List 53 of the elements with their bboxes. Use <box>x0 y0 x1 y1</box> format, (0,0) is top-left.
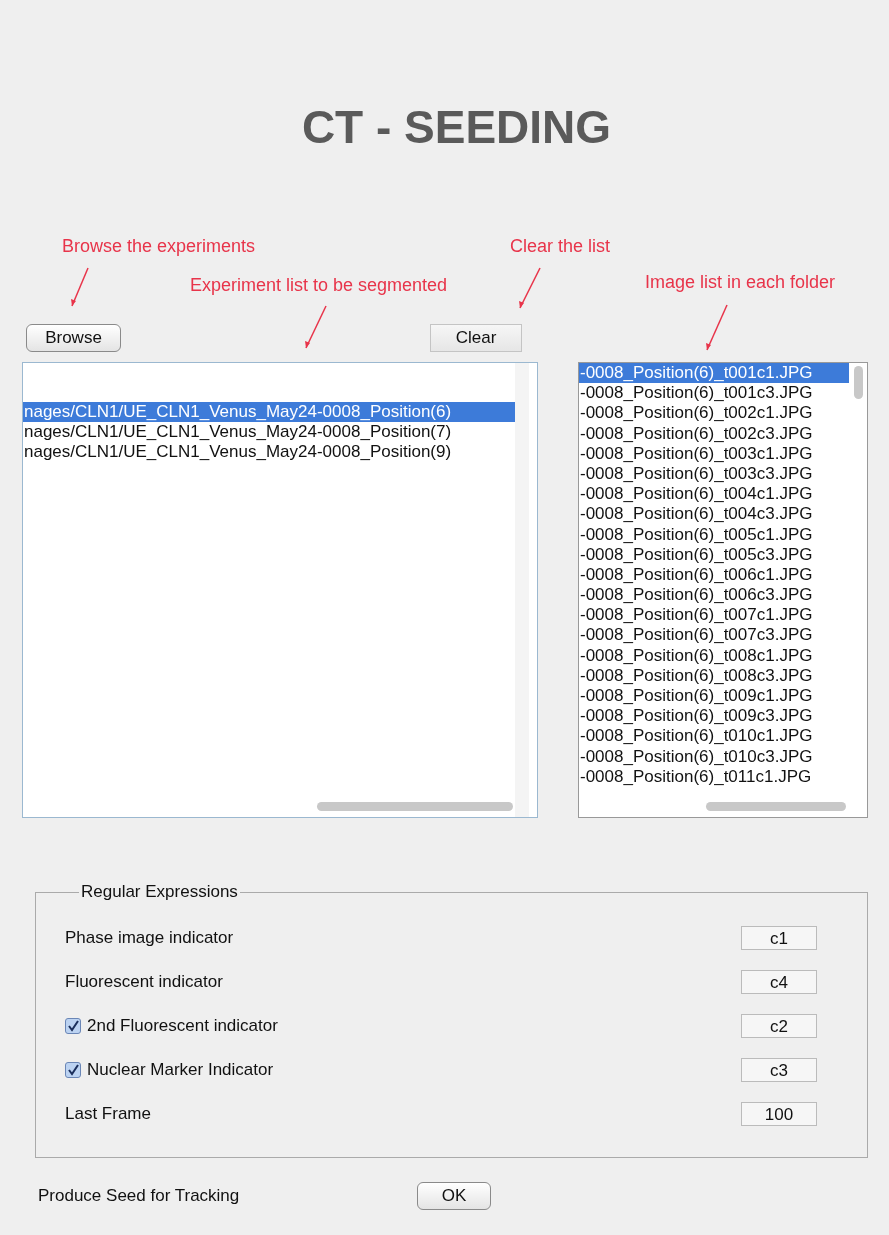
list-item[interactable]: -0008_Position(6)_t001c3.JPG <box>579 383 849 404</box>
list-item[interactable]: -0008_Position(6)_t003c1.JPG <box>579 443 849 464</box>
annotation-arrow <box>71 267 89 307</box>
clear-button[interactable]: Clear <box>430 324 522 352</box>
annotation-arrow <box>706 304 728 351</box>
checkbox-label: Nuclear Marker Indicator <box>87 1060 274 1080</box>
list-item[interactable]: -0008_Position(6)_t010c1.JPG <box>579 726 849 747</box>
input-field[interactable]: c4 <box>741 970 817 994</box>
field-label: Last Frame <box>65 1104 151 1124</box>
list-item[interactable]: -0008_Position(6)_t002c1.JPG <box>579 403 849 424</box>
list-item[interactable]: -0008_Position(6)_t005c3.JPG <box>579 544 849 565</box>
annotation-arrow <box>305 305 327 349</box>
checkbox[interactable] <box>65 1062 81 1078</box>
browse-button[interactable]: Browse <box>26 324 121 352</box>
list-item[interactable]: -0008_Position(6)_t004c3.JPG <box>579 504 849 525</box>
input-field[interactable]: c3 <box>741 1058 817 1082</box>
panel-title: Regular Expressions <box>80 882 239 902</box>
input-field[interactable]: c2 <box>741 1014 817 1038</box>
scrollbar-thumb[interactable] <box>317 802 513 811</box>
annotation-text: Browse the experiments <box>62 235 256 258</box>
field-label: Phase image indicator <box>65 928 234 948</box>
scrollbar-thumb[interactable] <box>854 366 863 399</box>
input-field[interactable]: c1 <box>741 926 817 950</box>
list-item[interactable]: -0008_Position(6)_t009c3.JPG <box>579 706 849 727</box>
list-item[interactable]: nages/CLN1/UE_CLN1_Venus_May24-0008_Position(6) <box>23 402 515 423</box>
input-field[interactable]: 100 <box>741 1102 817 1126</box>
list-item[interactable]: -0008_Position(6)_t004c1.JPG <box>579 484 849 505</box>
list-item[interactable]: nages/CLN1/UE_CLN1_Venus_May24-0008_Position(9) <box>23 442 515 463</box>
list-item[interactable]: -0008_Position(6)_t005c1.JPG <box>579 524 849 545</box>
list-item[interactable]: -0008_Position(6)_t006c1.JPG <box>579 564 849 586</box>
scrollbar-thumb[interactable] <box>706 802 846 811</box>
annotation-text: Clear the list <box>510 235 611 258</box>
list-item[interactable]: -0008_Position(6)_t003c3.JPG <box>579 463 849 485</box>
checkbox-label: 2nd Fluorescent indicator <box>87 1016 278 1036</box>
list-item[interactable]: -0008_Position(6)_t007c3.JPG <box>579 625 849 646</box>
annotation-arrow <box>519 267 541 309</box>
list-item[interactable]: -0008_Position(6)_t002c3.JPG <box>579 423 849 444</box>
list-item[interactable]: nages/CLN1/UE_CLN1_Venus_May24-0008_Position(7) <box>23 422 515 443</box>
list-item[interactable]: -0008_Position(6)_t008c3.JPG <box>579 665 849 686</box>
list-item[interactable]: -0008_Position(6)_t007c1.JPG <box>579 605 849 626</box>
list-item[interactable]: -0008_Position(6)_t010c3.JPG <box>579 746 849 767</box>
annotation-text: Image list in each folder <box>645 271 836 294</box>
checkbox[interactable] <box>65 1018 81 1034</box>
ok-button[interactable]: OK <box>417 1182 491 1210</box>
list-item[interactable]: -0008_Position(6)_t009c1.JPG <box>579 686 849 707</box>
action-label: Produce Seed for Tracking <box>38 1186 241 1206</box>
app-title: CT - SEEDING <box>300 100 613 155</box>
list-item[interactable]: -0008_Position(6)_t006c3.JPG <box>579 585 849 606</box>
list-item[interactable]: -0008_Position(6)_t008c1.JPG <box>579 645 849 666</box>
annotation-text: Experiment list to be segmented <box>190 274 448 297</box>
list-item[interactable]: -0008_Position(6)_t001c1.JPG <box>579 363 849 384</box>
list-item[interactable]: -0008_Position(6)_t011c1.JPG <box>579 766 849 787</box>
field-label: Fluorescent indicator <box>65 972 223 992</box>
